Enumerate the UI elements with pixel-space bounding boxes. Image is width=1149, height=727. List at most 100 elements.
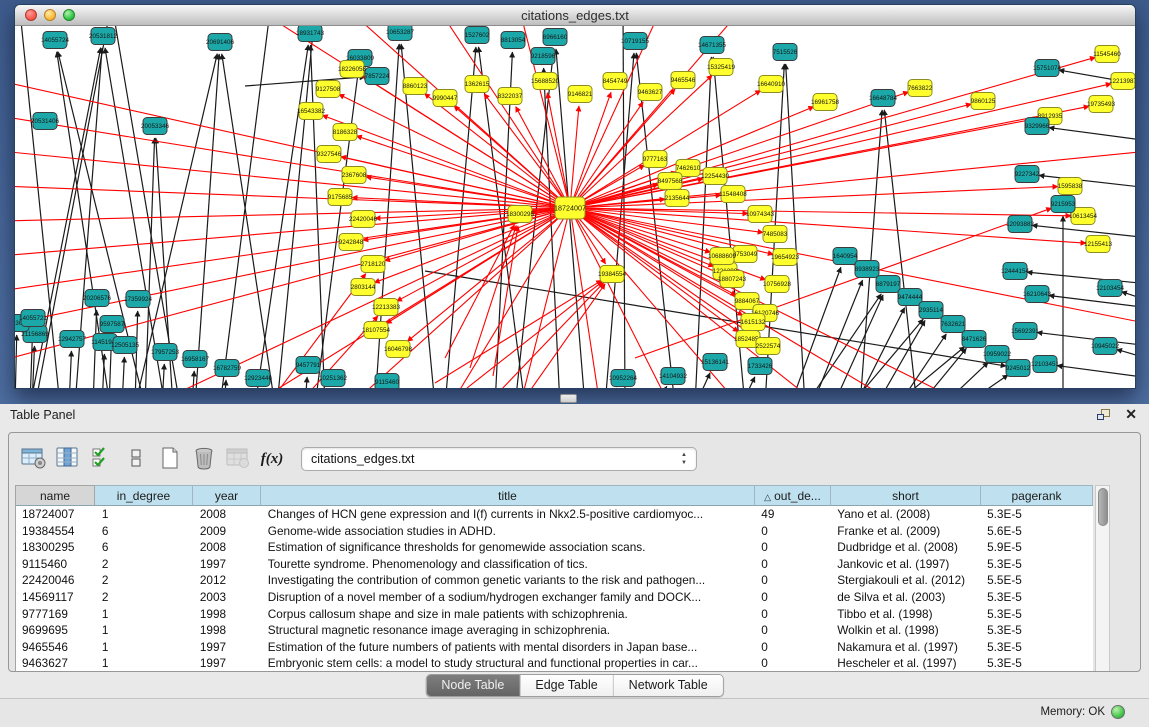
cell-title[interactable]: Investigating the contribution of common…	[262, 572, 756, 589]
graph-node[interactable]: 10719155	[621, 33, 650, 50]
graph-node[interactable]: 14671355	[698, 37, 727, 54]
graph-node[interactable]: 2935114	[919, 302, 944, 319]
graph-node[interactable]: 6879197	[876, 276, 901, 293]
cell-pagerank[interactable]: 5.6E-5	[981, 523, 1093, 540]
graph-node[interactable]: 20531812	[89, 28, 118, 45]
citation-edge-red[interactable]	[570, 208, 1071, 216]
cell-short[interactable]: Wolkin et al. (1998)	[831, 622, 981, 639]
graph-node[interactable]: 12213987	[1109, 73, 1135, 90]
cell-pagerank[interactable]: 5.9E-5	[981, 539, 1093, 556]
cell-in_degree[interactable]: 6	[96, 523, 194, 540]
tab-network-table[interactable]: Network Table	[614, 675, 723, 696]
table-row[interactable]: 1456911722003Disruption of a novel membe…	[16, 589, 1093, 606]
column-header-pagerank[interactable]: pagerank	[981, 485, 1093, 506]
graph-node[interactable]: 19384554	[598, 266, 627, 283]
cell-year[interactable]: 2008	[194, 539, 262, 556]
graph-node[interactable]: 16210643	[1023, 286, 1052, 303]
graph-node[interactable]: 20691406	[206, 34, 235, 51]
graph-node[interactable]: 9465546	[671, 72, 696, 89]
citation-edge[interactable]	[162, 364, 164, 388]
table-row[interactable]: 946554611997Estimation of the future num…	[16, 639, 1093, 656]
graph-node[interactable]: 9860125	[971, 93, 996, 110]
graph-node[interactable]: 18107554	[362, 322, 391, 339]
citation-edge[interactable]	[195, 54, 219, 388]
cell-year[interactable]: 1998	[194, 622, 262, 639]
graph-node[interactable]: 12093882	[1006, 216, 1035, 233]
graph-node[interactable]: 8454749	[603, 73, 628, 90]
cell-pagerank[interactable]: 5.3E-5	[981, 506, 1093, 523]
graph-node[interactable]: 2135644	[665, 190, 690, 207]
graph-node[interactable]: 8813054	[501, 32, 526, 49]
citation-edge[interactable]	[812, 280, 863, 388]
panel-divider-handle[interactable]	[560, 394, 577, 403]
cell-year[interactable]: 1997	[194, 655, 262, 672]
cell-year[interactable]: 1997	[194, 639, 262, 656]
graph-node[interactable]: 9327546	[317, 146, 342, 163]
citation-edge[interactable]	[919, 348, 966, 388]
cell-pagerank[interactable]: 5.3E-5	[981, 589, 1093, 606]
citation-edge[interactable]	[277, 26, 315, 388]
citation-edge[interactable]	[1117, 349, 1135, 360]
citation-edge[interactable]	[224, 380, 226, 388]
select-rows-button[interactable]	[87, 444, 117, 474]
graph-node[interactable]: 8471626	[962, 331, 987, 348]
graph-node[interactable]: 9115460	[375, 374, 400, 389]
graph-node[interactable]: 18931743	[296, 26, 325, 42]
cell-out_degree[interactable]: 0	[755, 589, 831, 606]
cell-title[interactable]: Changes of HCN gene expression and I(f) …	[262, 506, 756, 523]
graph-node[interactable]: 22420046	[349, 211, 378, 228]
graph-node[interactable]: 12103451	[1031, 356, 1060, 373]
graph-hub-node[interactable]: 18724007	[554, 197, 586, 219]
graph-node[interactable]: 8860123	[403, 78, 428, 95]
graph-node[interactable]: 16543382	[297, 103, 326, 120]
cell-name[interactable]: 9777169	[16, 606, 96, 623]
citation-edge[interactable]	[805, 294, 881, 388]
tab-edge-table[interactable]: Edge Table	[520, 675, 613, 696]
graph-node[interactable]: 15688520	[531, 73, 560, 90]
cell-name[interactable]: 9115460	[16, 556, 96, 573]
tab-node-table[interactable]: Node Table	[426, 675, 520, 696]
graph-node[interactable]: 16046798	[384, 341, 413, 358]
cell-in_degree[interactable]: 1	[96, 506, 194, 523]
graph-node[interactable]: 15136141	[701, 354, 730, 371]
table-row[interactable]: 1830029562008Estimation of significance …	[16, 539, 1093, 556]
function-builder-button[interactable]: f(x)	[257, 444, 287, 474]
graph-node[interactable]: 9146821	[568, 86, 593, 103]
float-window-icon[interactable]	[1097, 409, 1113, 423]
graph-node[interactable]: 9218596	[531, 48, 556, 65]
table-row[interactable]: 969969511998Structural magnetic resonanc…	[16, 622, 1093, 639]
network-view[interactable]: 1405572420531812206914061893174310653287…	[15, 26, 1135, 388]
graph-node[interactable]: 1362615	[465, 76, 490, 93]
dropdown-spinner-icon[interactable]: ▲▼	[681, 451, 687, 467]
graph-node[interactable]: 12254430	[701, 168, 730, 185]
table-row[interactable]: 977716911998Corpus callosum shape and si…	[16, 606, 1093, 623]
cell-year[interactable]: 2012	[194, 572, 262, 589]
citation-edge-red[interactable]	[15, 116, 570, 208]
cell-out_degree[interactable]: 0	[755, 539, 831, 556]
column-header-title[interactable]: title	[261, 485, 755, 506]
graph-node[interactable]: 2367608	[342, 167, 367, 184]
citation-edge[interactable]	[245, 77, 365, 86]
graph-node[interactable]: 9474444	[898, 289, 923, 306]
graph-node[interactable]: 9777163	[643, 151, 668, 168]
graph-node[interactable]: 10974343	[746, 206, 775, 223]
graph-node[interactable]: 14055721	[19, 310, 48, 327]
cell-pagerank[interactable]: 5.3E-5	[981, 655, 1093, 672]
citation-edge-red[interactable]	[570, 187, 1058, 208]
graph-node[interactable]: 20531406	[31, 113, 60, 130]
graph-node[interactable]: 2522574	[756, 338, 781, 355]
citation-edge[interactable]	[255, 45, 308, 388]
graph-node[interactable]: 2718120	[361, 256, 386, 273]
cell-name[interactable]: 18724007	[16, 506, 96, 523]
citation-edge[interactable]	[898, 334, 946, 388]
cell-in_degree[interactable]: 1	[96, 622, 194, 639]
graph-node[interactable]: 18226058	[338, 61, 367, 78]
citation-edge-red[interactable]	[635, 208, 1052, 358]
cell-out_degree[interactable]: 0	[755, 572, 831, 589]
graph-node[interactable]: 16782759	[213, 360, 242, 377]
cell-out_degree[interactable]: 0	[755, 523, 831, 540]
cell-name[interactable]: 22420046	[16, 572, 96, 589]
graph-node[interactable]: 15325419	[707, 59, 736, 76]
citation-edge[interactable]	[695, 373, 710, 388]
graph-node[interactable]: 16640910	[757, 76, 786, 93]
